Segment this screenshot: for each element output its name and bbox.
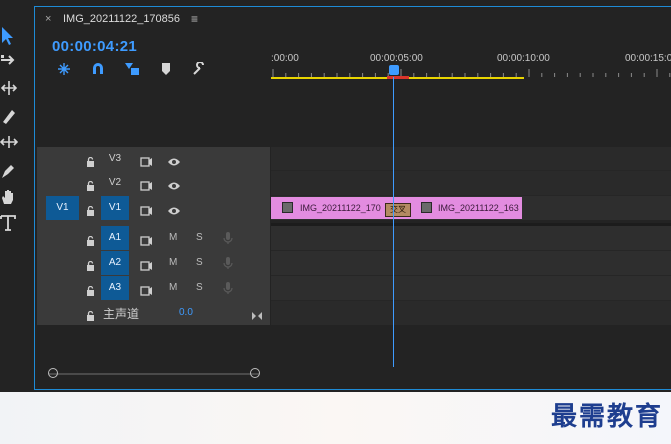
type-tool-icon[interactable] — [0, 214, 20, 234]
ripple-edit-tool-icon[interactable] — [0, 80, 20, 100]
mute-button[interactable]: M — [169, 257, 177, 268]
clip-label: IMG_20211122_170 — [300, 203, 381, 213]
zoom-handle-right[interactable] — [250, 368, 260, 378]
lock-icon[interactable] — [86, 258, 95, 276]
time-ruler[interactable]: :00:00 00:00:05:00 00:00:10:00 00:00:15:… — [271, 47, 671, 83]
track-header-a2[interactable]: A2 M S — [37, 251, 270, 275]
track-target-a1[interactable]: A1 — [101, 226, 129, 250]
solo-button[interactable]: S — [196, 282, 203, 293]
lock-icon[interactable] — [86, 233, 95, 251]
fx-badge-icon — [282, 202, 293, 213]
track-target-a3[interactable]: A3 — [101, 276, 129, 300]
track-target-v2[interactable]: V2 — [101, 171, 129, 195]
playhead-timecode[interactable]: 00:00:04:21 — [52, 38, 137, 55]
track-target-v3[interactable]: V3 — [101, 147, 129, 171]
ruler-label: 00:00:05:00 — [370, 53, 423, 64]
track-header-a1[interactable]: A1 M S — [37, 226, 270, 250]
lock-icon[interactable] — [86, 283, 95, 301]
voiceover-mic-icon[interactable] — [223, 256, 233, 275]
hand-tool-icon[interactable] — [0, 188, 20, 208]
voiceover-mic-icon[interactable] — [223, 231, 233, 250]
clip-label: IMG_20211122_163 — [438, 203, 519, 213]
timeline-panel: × IMG_20211122_170856 ≡ 00:00:04:21 :00:… — [34, 6, 671, 390]
sync-lock-film-icon[interactable] — [140, 154, 153, 172]
sync-lock-film-icon[interactable] — [140, 178, 153, 196]
playhead-line[interactable] — [393, 77, 394, 367]
solo-button[interactable]: S — [196, 232, 203, 243]
track-lane-a3[interactable] — [271, 276, 671, 300]
video-clip[interactable]: IMG_20211122_163 — [393, 197, 522, 219]
timeline-tab: × IMG_20211122_170856 ≡ — [35, 7, 671, 33]
lane-divider — [271, 170, 671, 171]
watermark-logo: 最需教育 — [550, 402, 663, 432]
track-select-tool-icon[interactable] — [0, 52, 20, 72]
add-marker-icon[interactable] — [161, 62, 171, 81]
toggle-output-eye-icon[interactable] — [167, 178, 181, 196]
track-lane-master[interactable] — [271, 301, 671, 325]
master-volume-value[interactable]: 0.0 — [179, 307, 193, 318]
lane-divider — [271, 195, 671, 196]
render-bar — [387, 76, 409, 79]
sync-lock-film-icon[interactable] — [140, 258, 153, 276]
fx-badge-icon — [421, 202, 432, 213]
playhead-handle[interactable] — [389, 65, 399, 75]
zoom-handle-left[interactable] — [48, 368, 58, 378]
lock-icon[interactable] — [86, 154, 95, 172]
razor-tool-icon[interactable] — [0, 107, 20, 127]
selection-tool-icon[interactable] — [0, 26, 20, 46]
slip-tool-icon[interactable] — [0, 134, 20, 154]
sequence-title[interactable]: IMG_20211122_170856 — [63, 13, 180, 25]
snap-magnet-icon[interactable] — [91, 62, 105, 81]
toggle-output-eye-icon[interactable] — [167, 203, 181, 221]
track-target-a2[interactable]: A2 — [101, 251, 129, 275]
track-lane-v3[interactable] — [271, 147, 671, 171]
mute-button[interactable]: M — [169, 282, 177, 293]
sync-lock-film-icon[interactable] — [140, 203, 153, 221]
mute-button[interactable]: M — [169, 232, 177, 243]
lane-divider — [271, 275, 671, 276]
lock-icon[interactable] — [86, 203, 95, 221]
track-header-v1[interactable]: V1 V1 — [37, 196, 270, 220]
lock-icon[interactable] — [86, 308, 95, 326]
track-header-v2[interactable]: V2 — [37, 171, 270, 195]
video-clip[interactable]: IMG_20211122_170 — [271, 197, 393, 219]
track-target-v1[interactable]: V1 — [101, 196, 129, 220]
track-header-a3[interactable]: A3 M S — [37, 276, 270, 300]
go-to-in-out-icon[interactable] — [251, 308, 263, 326]
track-lane-a2[interactable] — [271, 251, 671, 275]
master-track-label: 主声道 — [103, 307, 140, 321]
wrench-settings-icon[interactable] — [192, 61, 206, 81]
source-patch-v1[interactable]: V1 — [46, 196, 79, 220]
nest-sequence-icon[interactable] — [57, 62, 71, 81]
video-audio-divider — [271, 223, 671, 226]
voiceover-mic-icon[interactable] — [223, 281, 233, 300]
lane-divider — [271, 250, 671, 251]
ruler-label: 00:00:15:0 — [625, 53, 671, 64]
ruler-label: :00:00 — [271, 53, 299, 64]
track-lane-a1[interactable] — [271, 226, 671, 250]
linked-selection-icon[interactable] — [124, 62, 140, 81]
lock-icon[interactable] — [86, 178, 95, 196]
tab-close-button[interactable]: × — [45, 13, 51, 25]
sync-lock-film-icon[interactable] — [140, 283, 153, 301]
lane-divider — [271, 300, 671, 301]
cross-dissolve-transition[interactable]: 交叉 — [385, 203, 411, 217]
solo-button[interactable]: S — [196, 257, 203, 268]
track-header-master[interactable]: 主声道 0.0 — [37, 301, 270, 325]
toggle-output-eye-icon[interactable] — [167, 154, 181, 172]
panel-menu-icon[interactable]: ≡ — [191, 12, 198, 26]
track-lane-v2[interactable] — [271, 171, 671, 195]
tools-panel — [0, 0, 26, 392]
sync-lock-film-icon[interactable] — [140, 233, 153, 251]
pen-tool-icon[interactable] — [0, 162, 20, 182]
ruler-label: 00:00:10:00 — [497, 53, 550, 64]
zoom-scrollbar[interactable] — [49, 373, 259, 375]
track-header-v3[interactable]: V3 — [37, 147, 270, 171]
